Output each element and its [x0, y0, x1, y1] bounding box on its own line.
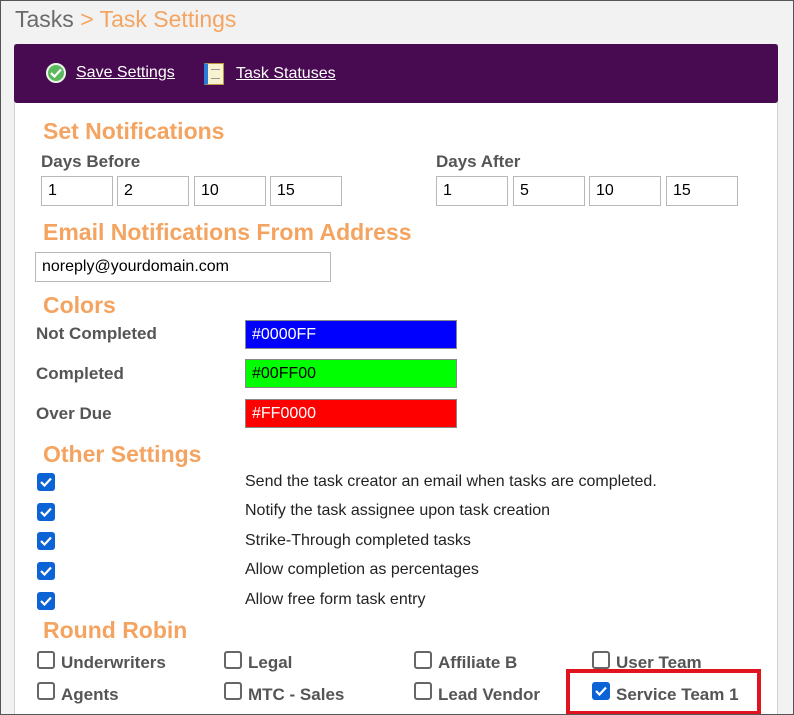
free-form-entry-checkbox[interactable] [37, 592, 55, 610]
other-settings-title: Other Settings [43, 441, 202, 467]
agents-label: Agents [61, 685, 119, 704]
task-statuses-label: Task Statuses [236, 65, 336, 82]
affiliate-b-checkbox[interactable] [414, 651, 432, 669]
legal-label: Legal [248, 653, 293, 672]
days-before-input-2[interactable]: 2 [117, 176, 189, 206]
agents-checkbox[interactable] [37, 682, 55, 700]
completion-percentages-checkbox[interactable] [37, 562, 55, 580]
breadcrumb-separator: > [80, 6, 94, 32]
notebook-icon [204, 63, 224, 85]
checkmark-icon [46, 63, 66, 83]
completion-percentages-label: Allow completion as percentages [245, 561, 479, 578]
save-settings-label: Save Settings [76, 64, 175, 81]
colors-title: Colors [43, 292, 116, 318]
underwriters-label: Underwriters [61, 653, 166, 672]
over-due-label: Over Due [36, 404, 112, 423]
free-form-entry-label: Allow free form task entry [245, 591, 426, 608]
days-after-input-3[interactable]: 10 [589, 176, 661, 206]
breadcrumb: Tasks > Task Settings [15, 6, 236, 33]
completed-label: Completed [36, 364, 124, 383]
email-creator-checkbox[interactable] [37, 473, 55, 491]
not-completed-color-input[interactable]: #0000FF [245, 320, 457, 349]
days-after-input-4[interactable]: 15 [666, 176, 738, 206]
round-robin-title: Round Robin [43, 617, 188, 643]
affiliate-b-label: Affiliate B [438, 653, 518, 672]
email-from-input[interactable]: noreply@yourdomain.com [35, 252, 331, 282]
completed-color-input[interactable]: #00FF00 [245, 359, 457, 388]
breadcrumb-current: Task Settings [99, 6, 237, 32]
notify-assignee-label: Notify the task assignee upon task creat… [245, 502, 551, 519]
user-team-checkbox[interactable] [592, 651, 610, 669]
email-creator-label: Send the task creator an email when task… [245, 473, 657, 490]
notify-assignee-checkbox[interactable] [37, 503, 55, 521]
task-statuses-button[interactable]: Task Statuses [204, 63, 336, 85]
toolbar: Save Settings Task Statuses [14, 44, 778, 103]
over-due-color-input[interactable]: #FF0000 [245, 399, 457, 428]
lead-vendor-label: Lead Vendor [438, 685, 541, 704]
email-section-title: Email Notifications From Address [43, 219, 412, 245]
set-notifications-title: Set Notifications [43, 118, 225, 144]
days-after-input-2[interactable]: 5 [513, 176, 585, 206]
not-completed-label: Not Completed [36, 324, 157, 343]
breadcrumb-parent[interactable]: Tasks [15, 6, 74, 32]
days-before-input-3[interactable]: 10 [194, 176, 266, 206]
mtc-sales-checkbox[interactable] [224, 682, 242, 700]
days-before-input-1[interactable]: 1 [41, 176, 113, 206]
strike-through-checkbox[interactable] [37, 532, 55, 550]
days-before-label: Days Before [41, 152, 141, 171]
days-before-input-4[interactable]: 15 [270, 176, 342, 206]
underwriters-checkbox[interactable] [37, 651, 55, 669]
days-after-input-1[interactable]: 1 [436, 176, 508, 206]
legal-checkbox[interactable] [224, 651, 242, 669]
strike-through-label: Strike-Through completed tasks [245, 532, 471, 549]
save-settings-button[interactable]: Save Settings [46, 63, 175, 83]
mtc-sales-label: MTC - Sales [248, 685, 345, 704]
highlight-box [566, 669, 761, 715]
lead-vendor-checkbox[interactable] [414, 682, 432, 700]
days-after-label: Days After [436, 152, 521, 171]
